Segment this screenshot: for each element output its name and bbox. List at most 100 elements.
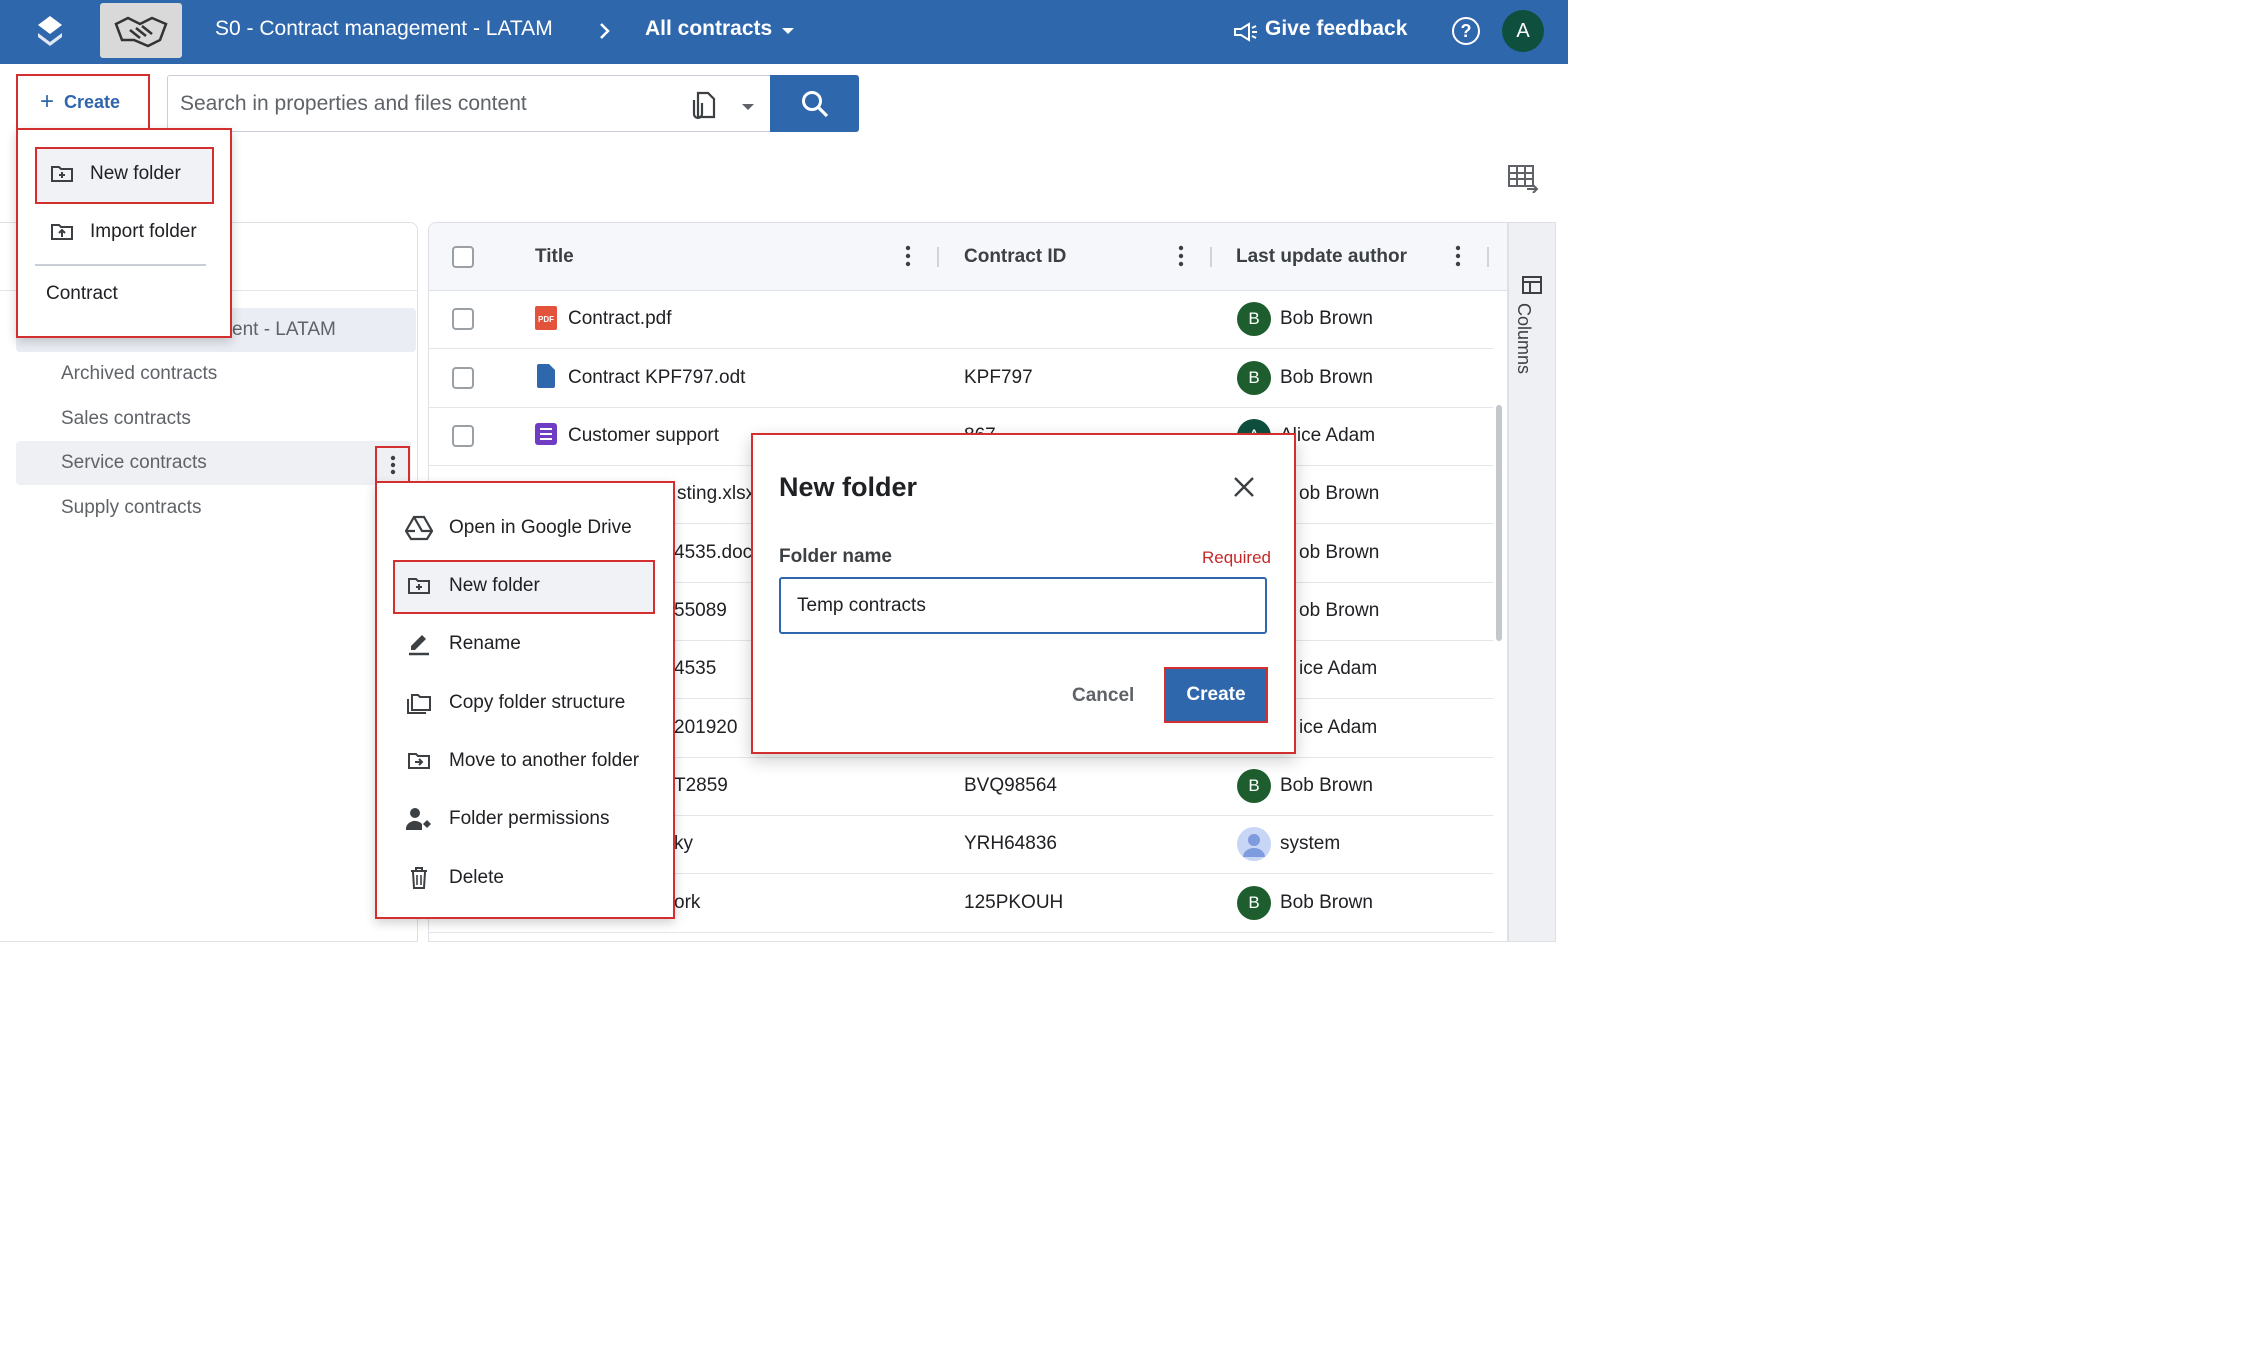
export-table-icon[interactable] xyxy=(1507,163,1539,193)
column-header-author[interactable]: Last update author xyxy=(1236,246,1407,268)
new-folder-icon xyxy=(405,572,433,600)
ctx-move-folder-label: Move to another folder xyxy=(449,750,640,771)
create-menu-new-folder-label: New folder xyxy=(90,163,181,184)
row-checkbox[interactable] xyxy=(452,308,474,330)
ctx-rename[interactable]: Rename xyxy=(405,630,521,658)
dialog-title: New folder xyxy=(779,472,918,502)
create-folder-button-label: Create xyxy=(1186,684,1246,705)
ctx-open-google-drive-label: Open in Google Drive xyxy=(449,517,632,538)
row-title[interactable]: ork xyxy=(674,892,700,914)
column-separator[interactable] xyxy=(937,247,939,267)
search-icon xyxy=(801,90,828,117)
table-row[interactable]: Contract KPF797.odt KPF797 B Bob Brown xyxy=(429,350,1493,408)
column-separator[interactable] xyxy=(1487,247,1489,267)
close-icon[interactable] xyxy=(1232,475,1256,499)
table-row[interactable]: PDF Contract.pdf B Bob Brown xyxy=(429,291,1493,349)
row-checkbox[interactable] xyxy=(452,425,474,447)
help-icon[interactable]: ? xyxy=(1452,17,1480,45)
app-logo-icon[interactable] xyxy=(34,14,66,50)
row-title[interactable]: ky xyxy=(674,833,693,855)
row-title[interactable]: 55089 xyxy=(674,600,727,622)
tree-item-more-button[interactable] xyxy=(375,446,410,483)
google-drive-icon xyxy=(405,514,433,542)
user-avatar[interactable]: A xyxy=(1502,10,1544,52)
menu-divider xyxy=(35,264,206,266)
create-menu-import-folder[interactable]: Import folder xyxy=(50,221,197,243)
row-author: Bob Brown xyxy=(1280,775,1373,796)
search-input[interactable] xyxy=(180,92,680,116)
caret-down-icon[interactable] xyxy=(781,26,795,36)
trash-icon xyxy=(405,864,433,892)
tree-item-sales[interactable]: Sales contracts xyxy=(61,408,191,430)
row-title[interactable]: 4535 xyxy=(674,658,716,680)
row-author: Bob Brown xyxy=(1280,308,1373,329)
row-author: Bob Brown xyxy=(1280,367,1373,388)
cancel-button[interactable]: Cancel xyxy=(1060,683,1146,709)
app-header: S0 - Contract management - LATAM All con… xyxy=(0,0,1568,64)
ctx-move-folder[interactable]: Move to another folder xyxy=(405,747,639,775)
column-header-title[interactable]: Title xyxy=(535,246,574,268)
ctx-delete[interactable]: Delete xyxy=(405,864,504,892)
row-contract-id: BVQ98564 xyxy=(964,775,1057,796)
create-menu-new-folder[interactable]: New folder xyxy=(50,163,181,185)
ctx-new-folder[interactable]: New folder xyxy=(405,572,540,600)
avatar: B xyxy=(1237,361,1271,395)
row-title[interactable]: T2859 xyxy=(674,775,728,797)
avatar: B xyxy=(1237,886,1271,920)
row-contract-id: YRH64836 xyxy=(964,833,1057,854)
columns-side-tab[interactable]: Columns xyxy=(1508,222,1556,942)
move-folder-icon xyxy=(405,747,433,775)
tree-item-supply[interactable]: Supply contracts xyxy=(61,497,201,519)
create-button-highlight xyxy=(16,74,150,130)
create-menu-contract[interactable]: Contract xyxy=(46,283,118,305)
file-search-icon[interactable] xyxy=(690,90,718,120)
row-author: system xyxy=(1280,833,1341,854)
pdf-icon: PDF xyxy=(535,306,557,330)
breadcrumb-workspace[interactable]: S0 - Contract management - LATAM xyxy=(215,17,553,41)
columns-tab-label: Columns xyxy=(1514,303,1534,375)
more-vert-icon[interactable] xyxy=(905,245,911,267)
handshake-logo xyxy=(100,3,182,58)
column-header-contract-id[interactable]: Contract ID xyxy=(964,246,1066,268)
user-permissions-icon xyxy=(405,805,433,833)
caret-down-icon[interactable] xyxy=(741,102,755,112)
ctx-open-google-drive[interactable]: Open in Google Drive xyxy=(405,514,632,542)
row-author: ice Adam xyxy=(1299,717,1378,738)
tree-root-label: ent - LATAM xyxy=(232,319,336,340)
row-contract-id: KPF797 xyxy=(964,367,1033,388)
row-title[interactable]: sting.xlsx xyxy=(677,483,755,505)
create-folder-button[interactable]: Create xyxy=(1164,667,1268,723)
row-title[interactable]: Contract.pdf xyxy=(568,308,672,330)
columns-icon xyxy=(1522,276,1542,294)
tree-item-service[interactable]: Service contracts xyxy=(61,452,207,474)
column-separator[interactable] xyxy=(1210,247,1212,267)
give-feedback-button[interactable]: Give feedback xyxy=(1265,17,1407,41)
table-header: Title Contract ID Last update author xyxy=(429,223,1507,291)
ctx-new-folder-label: New folder xyxy=(449,575,540,596)
ctx-copy-structure[interactable]: Copy folder structure xyxy=(405,689,625,717)
more-vert-icon[interactable] xyxy=(1178,245,1184,267)
row-checkbox[interactable] xyxy=(452,367,474,389)
ctx-folder-permissions[interactable]: Folder permissions xyxy=(405,805,610,833)
import-folder-icon xyxy=(51,224,73,240)
row-title[interactable]: Contract KPF797.odt xyxy=(568,367,745,389)
search-button[interactable] xyxy=(770,75,859,132)
folder-name-input[interactable] xyxy=(779,577,1267,634)
row-author: ob Brown xyxy=(1299,542,1380,563)
table-scrollbar[interactable] xyxy=(1496,405,1502,641)
avatar: B xyxy=(1237,302,1271,336)
more-vert-icon[interactable] xyxy=(1455,245,1461,267)
row-title[interactable]: Customer support xyxy=(568,425,719,447)
ctx-folder-permissions-label: Folder permissions xyxy=(449,808,610,829)
copy-folder-icon xyxy=(405,689,433,717)
tree-item-archived[interactable]: Archived contracts xyxy=(61,363,217,385)
row-contract-id: 125PKOUH xyxy=(964,892,1064,913)
ctx-copy-structure-label: Copy folder structure xyxy=(449,692,626,713)
row-title[interactable]: 201920 xyxy=(674,717,737,739)
ctx-delete-label: Delete xyxy=(449,867,504,888)
view-selector[interactable]: All contracts xyxy=(645,17,772,41)
row-title[interactable]: 4535.doc xyxy=(674,542,752,564)
select-all-checkbox[interactable] xyxy=(452,246,474,268)
megaphone-icon[interactable] xyxy=(1232,20,1258,44)
row-author: Bob Brown xyxy=(1280,892,1373,913)
